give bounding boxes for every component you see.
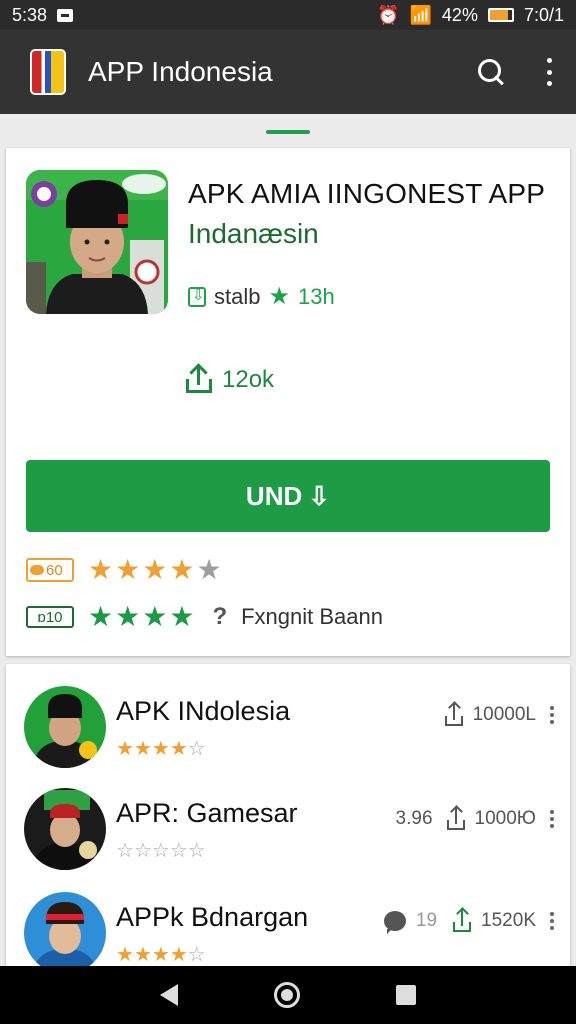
- list-item-downloads: 1520K: [481, 910, 536, 931]
- list-item-comments: 19: [415, 910, 438, 931]
- list-item-meta: 10000L: [444, 704, 554, 726]
- hero-app-icon[interactable]: [26, 170, 168, 314]
- hero-downloads-value: 12ok: [222, 366, 275, 393]
- share-icon[interactable]: [186, 367, 212, 393]
- battery-icon: [487, 8, 514, 22]
- list-item-downloads: 1000Ю: [474, 808, 536, 829]
- status-bar: 5:38 ⏰ 📶 42% 7:0/1: [0, 0, 576, 30]
- hero-card: APK AMIA IINGONEST APP Indanæsin stalb ★…: [6, 148, 570, 656]
- recents-icon[interactable]: [396, 985, 416, 1005]
- hero-meta: stalb ★ 13h: [188, 282, 335, 311]
- hero-subtitle: Indanæsin: [188, 218, 319, 249]
- rating-row-2: ɒ10 ★ ★ ★ ★ ? Fxngnit Baann: [26, 603, 383, 631]
- rating-row-1: 60 ★ ★ ★ ★ ★: [26, 556, 222, 584]
- app-bar: APP Indonesia: [0, 30, 576, 114]
- rating-badge-1: 60: [26, 558, 74, 582]
- rating-text: Fxngnit Baann: [241, 604, 383, 629]
- tab-indicator: [266, 130, 310, 134]
- notification-icon: [57, 8, 74, 22]
- wifi-icon: 📶: [409, 4, 432, 25]
- hero-title: APK AMIA IINGONEST APP: [188, 178, 546, 209]
- more-vert-icon[interactable]: [550, 810, 554, 828]
- list-item[interactable]: APK INdolesia ★ ★ ★ ★ ☆ 10000L: [6, 684, 570, 780]
- status-clock: 7:0/1: [523, 4, 564, 25]
- status-time: 5:38: [12, 4, 48, 25]
- more-vert-icon[interactable]: [550, 912, 554, 930]
- share-icon[interactable]: [453, 910, 472, 932]
- avatar: [24, 686, 106, 768]
- more-vert-icon[interactable]: [546, 58, 552, 86]
- hero-meta-value: 13h: [298, 283, 335, 309]
- avatar: [24, 892, 106, 974]
- download-arrow-icon: ⇩: [308, 480, 331, 511]
- list-item-size: 3.96: [395, 808, 433, 829]
- list-item-name: APK INdolesia: [116, 696, 291, 726]
- rating-badge-2: ɒ10: [26, 606, 74, 628]
- list-item-meta: 3.96 1000Ю: [396, 808, 554, 830]
- alarm-icon: ⏰: [377, 4, 400, 25]
- hero-downloads: 12ok: [186, 366, 274, 394]
- share-icon[interactable]: [446, 808, 465, 830]
- install-button[interactable]: UND ⇩: [26, 460, 550, 532]
- install-label: UND: [245, 480, 303, 511]
- list-item-stars: ★ ★ ★ ★ ☆: [116, 944, 206, 966]
- back-icon[interactable]: [160, 984, 178, 1006]
- app-title: APP Indonesia: [88, 56, 273, 87]
- app-logo: [30, 49, 66, 95]
- help-icon: ?: [212, 603, 228, 630]
- list-item[interactable]: APR: Gamesar ☆ ☆ ☆ ☆ ☆ 3.96 1000Ю: [6, 786, 570, 882]
- list-item-name: APPk Bdnargan: [116, 902, 309, 932]
- comment-icon: [383, 911, 406, 934]
- list-item-meta: 19 1520K: [383, 910, 554, 934]
- star-rating-1: ★ ★ ★ ★ ★: [88, 554, 222, 585]
- hero-meta-label: stalb: [214, 283, 261, 309]
- more-vert-icon[interactable]: [550, 706, 554, 724]
- list-item-downloads: 10000L: [472, 704, 536, 725]
- avatar: [24, 788, 106, 870]
- list-item-stars: ★ ★ ★ ★ ☆: [116, 738, 206, 760]
- list-item-stars: ☆ ☆ ☆ ☆ ☆: [116, 840, 206, 862]
- search-icon[interactable]: [476, 57, 506, 87]
- battery-percent: 42%: [441, 4, 478, 25]
- navigation-bar: [0, 966, 576, 1024]
- download-icon: [188, 286, 206, 307]
- star-icon: ★: [268, 283, 290, 310]
- home-icon[interactable]: [274, 982, 300, 1008]
- share-icon[interactable]: [444, 704, 463, 726]
- app-list: APK INdolesia ★ ★ ★ ★ ☆ 10000L APR: Gamesar …: [6, 664, 570, 974]
- star-rating-2: ★ ★ ★ ★: [88, 601, 195, 632]
- list-item-name: APR: Gamesar: [116, 798, 298, 828]
